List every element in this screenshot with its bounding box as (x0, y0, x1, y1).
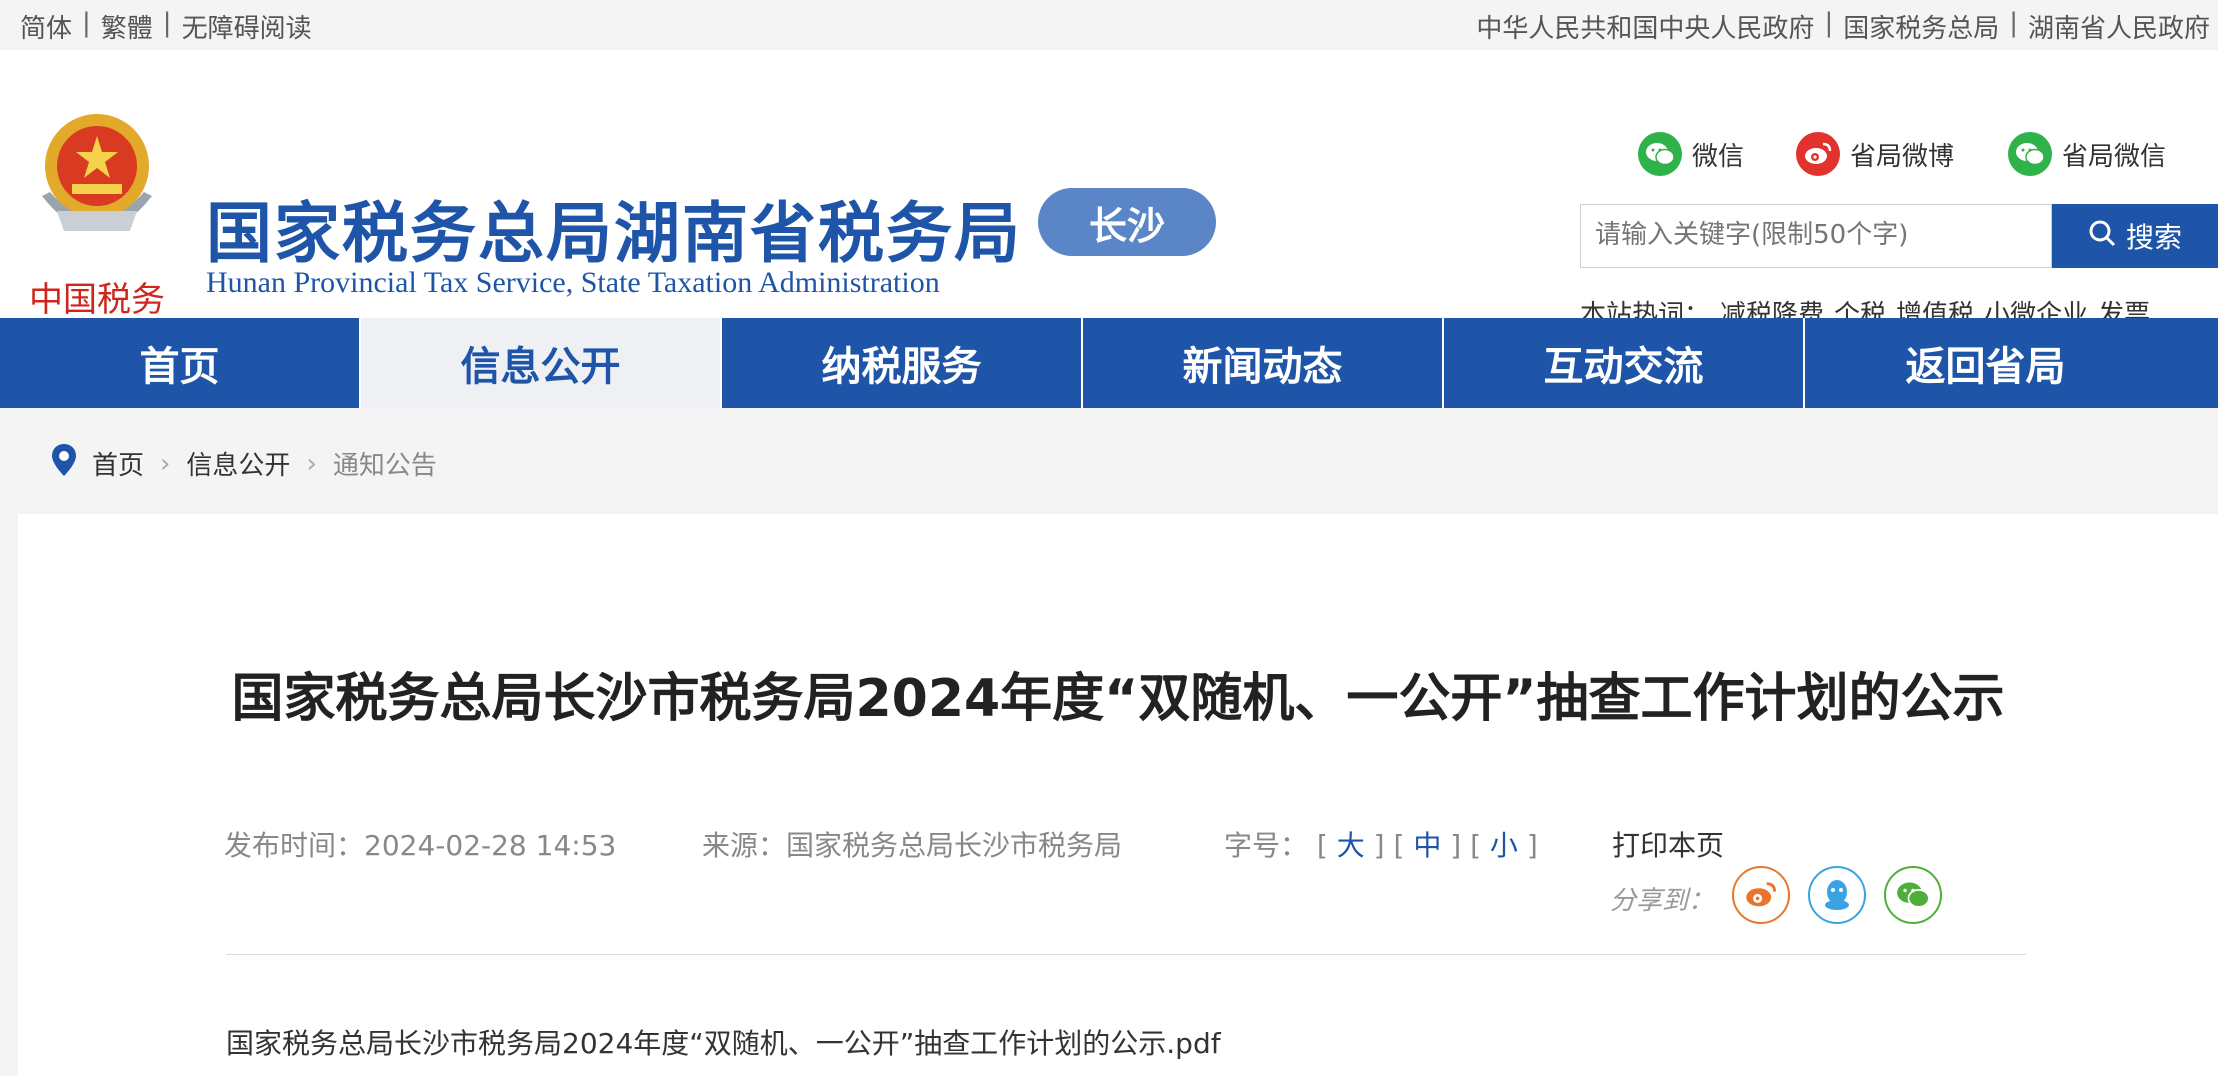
breadcrumb-home[interactable]: 首页 (92, 445, 144, 482)
site-title: 国家税务总局湖南省税务局 (206, 195, 1022, 272)
publish-time: 发布时间：2024-02-28 14:53 (224, 824, 616, 864)
nav-item-info-disclosure[interactable]: 信息公开 (361, 318, 722, 408)
search-icon (2088, 219, 2116, 254)
separator: | (2009, 8, 2018, 38)
chevron-right-icon: › (306, 448, 317, 479)
search-button-label: 搜索 (2125, 221, 2182, 254)
accessible-reading-link[interactable]: 无障碍阅读 (182, 8, 312, 45)
svg-text:中国税务: 中国税务 (29, 280, 165, 320)
hunan-gov-link[interactable]: 湖南省人民政府 (2028, 8, 2210, 45)
site-header: 中国税务 国家税务总局湖南省税务局 长沙 Hunan Provincial Ta… (0, 50, 2218, 330)
central-gov-link[interactable]: 中华人民共和国中央人民政府 (1476, 8, 1814, 45)
breadcrumb-info-disclosure[interactable]: 信息公开 (186, 445, 290, 482)
font-small-link[interactable]: 小 (1490, 829, 1518, 862)
search-input[interactable] (1581, 205, 2049, 265)
share-label: 分享到： (1610, 886, 1715, 916)
wechat-label: 微信 (1692, 141, 1745, 172)
nav-item-tax-service[interactable]: 纳税服务 (722, 318, 1083, 408)
content-divider (226, 954, 2026, 955)
font-size-label: 字号： (1224, 829, 1309, 862)
share-weibo-icon[interactable] (1732, 866, 1790, 924)
separator: | (1824, 8, 1834, 38)
simplified-link[interactable]: 简体 (20, 8, 72, 45)
provincial-wechat-link[interactable]: 省局微信 (2008, 132, 2166, 176)
wechat-icon (2008, 132, 2052, 176)
city-badge: 长沙 (1038, 188, 1216, 256)
tax-emblem-logo[interactable]: 中国税务 (22, 96, 172, 336)
sat-link[interactable]: 国家税务总局 (1843, 8, 1999, 45)
nav-item-interaction[interactable]: 互动交流 (1444, 318, 1805, 408)
publish-time-value: 2024-02-28 14:53 (364, 829, 617, 862)
print-page-link[interactable]: 打印本页 (1612, 824, 1724, 864)
wechat-icon (1638, 132, 1682, 176)
nav-item-back-to-province[interactable]: 返回省局 (1805, 318, 2166, 408)
weibo-icon (1796, 132, 1840, 176)
chevron-right-icon: › (160, 448, 171, 479)
language-links: 简体 | 繁體 | 无障碍阅读 (20, 8, 312, 45)
search-box (1580, 204, 2052, 268)
nav-item-home[interactable]: 首页 (0, 318, 361, 408)
breadcrumb-current: 通知公告 (332, 451, 437, 481)
provincial-wechat-label: 省局微信 (2062, 141, 2167, 172)
font-large-link[interactable]: 大 (1337, 829, 1365, 862)
article-title: 国家税务总局长沙市税务局2024年度“双随机、一公开”抽查工作计划的公示 (231, 669, 2005, 729)
font-size-controls: 字号： [ 大 ] [ 中 ] [ 小 ] (1224, 829, 1538, 862)
source-label: 来源： (702, 829, 787, 862)
article-panel: 国家税务总局长沙市税务局2024年度“双随机、一公开”抽查工作计划的公示 发布时… (18, 514, 2218, 1076)
wechat-link[interactable]: 微信 (1638, 132, 1744, 176)
site-subtitle-en: Hunan Provincial Tax Service, State Taxa… (206, 266, 940, 299)
weibo-link[interactable]: 省局微博 (1796, 132, 1954, 176)
main-nav: 首页 信息公开 纳税服务 新闻动态 互动交流 返回省局 (0, 318, 2218, 408)
weibo-label: 省局微博 (1850, 141, 1955, 172)
search-button[interactable]: 搜索 (2052, 204, 2218, 268)
article-source: 来源：国家税务总局长沙市税务局 (702, 824, 1122, 864)
share-wechat-icon[interactable] (1884, 866, 1942, 924)
breadcrumb: 首页 › 信息公开 › 通知公告 (0, 408, 2218, 514)
top-bar: 简体 | 繁體 | 无障碍阅读 中华人民共和国中央人民政府 | 国家税务总局 |… (0, 0, 2218, 50)
publish-time-label: 发布时间： (224, 829, 365, 862)
font-medium-link[interactable]: 中 (1413, 829, 1441, 862)
traditional-link[interactable]: 繁體 (101, 8, 153, 45)
gov-links: 中华人民共和国中央人民政府 | 国家税务总局 | 湖南省人民政府 (1476, 8, 2210, 45)
location-pin-icon (52, 444, 76, 483)
share-qq-icon[interactable] (1808, 866, 1866, 924)
separator: | (162, 8, 172, 38)
separator: | (82, 8, 91, 38)
attachment-pdf-link[interactable]: 国家税务总局长沙市税务局2024年度“双随机、一公开”抽查工作计划的公示.pdf (226, 1022, 1221, 1062)
nav-item-news[interactable]: 新闻动态 (1083, 318, 1444, 408)
source-value: 国家税务总局长沙市税务局 (786, 829, 1123, 862)
